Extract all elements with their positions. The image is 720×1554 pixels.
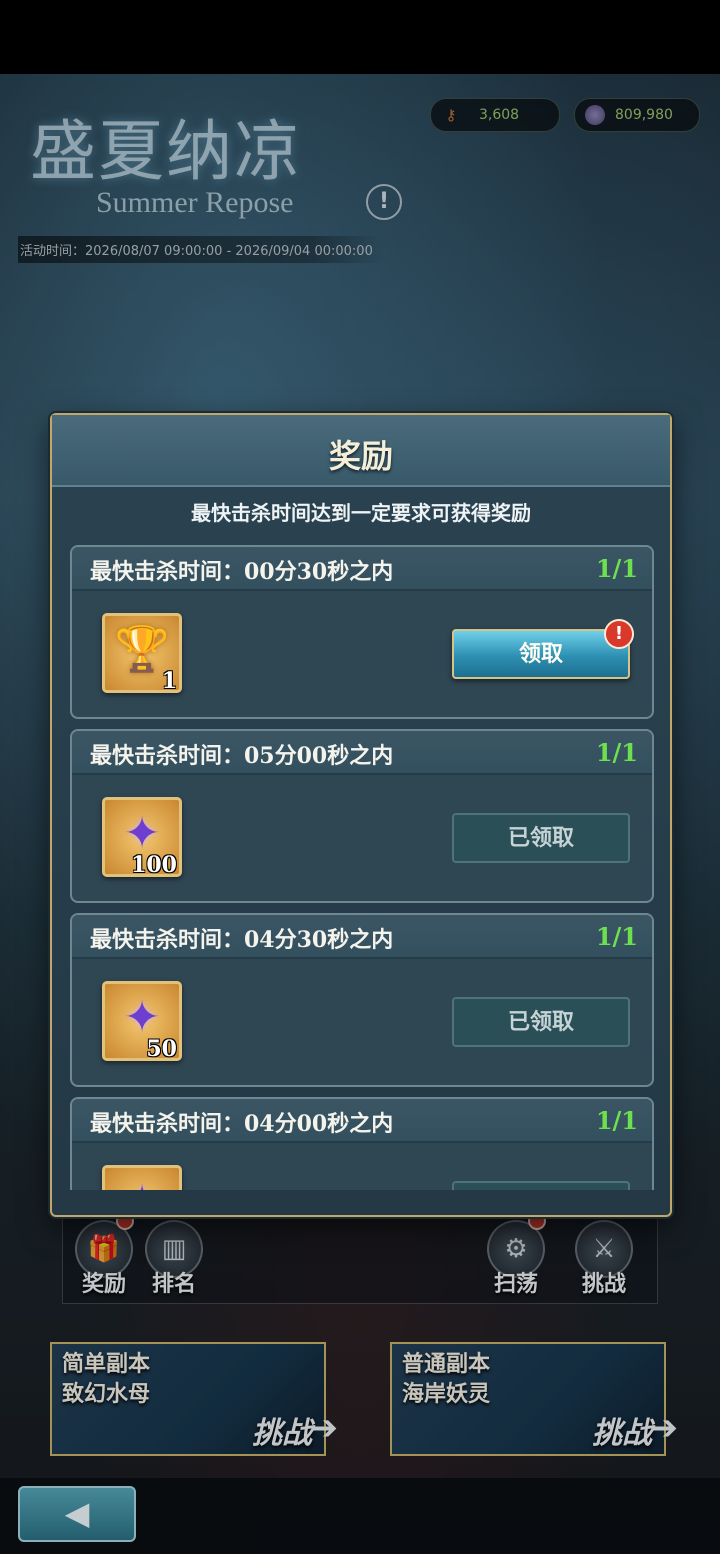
reward-item[interactable]: ✦: [102, 1165, 182, 1190]
claimed-button: 已领取: [452, 997, 630, 1047]
reward-row: 最快击杀时间：00分30秒之内 1/1 🏆 1 领取 !: [70, 545, 654, 719]
reward-row: 最快击杀时间：05分00秒之内 1/1 ✦ 100 已领取: [70, 729, 654, 903]
reward-row: 最快击杀时间：04分30秒之内 1/1 ✦ 50 已领取: [70, 913, 654, 1087]
reward-condition: 最快击杀时间：04分30秒之内: [90, 927, 394, 953]
item-quantity: 1: [161, 668, 177, 694]
item-quantity: 100: [131, 852, 177, 878]
reward-progress: 1/1: [595, 1106, 638, 1135]
claimed-button: [452, 1181, 630, 1190]
reward-condition: 最快击杀时间：05分00秒之内: [90, 743, 394, 769]
dialog-subtitle: 最快击杀时间达到一定要求可获得奖励: [191, 501, 531, 525]
reward-item[interactable]: ✦ 100: [102, 797, 182, 878]
reward-condition: 最快击杀时间：04分00秒之内: [90, 1111, 394, 1137]
purple-star-icon: ✦: [105, 1172, 179, 1190]
reward-row-header: 最快击杀时间：00分30秒之内 1/1: [72, 547, 652, 591]
reward-progress: 1/1: [595, 738, 638, 767]
reward-item[interactable]: 🏆 1: [102, 613, 182, 694]
reward-dialog: 奖励 最快击杀时间达到一定要求可获得奖励 最快击杀时间：00分30秒之内 1/1…: [50, 413, 672, 1217]
reward-condition: 最快击杀时间：00分30秒之内: [90, 559, 394, 585]
reward-row-header: 最快击杀时间：05分00秒之内 1/1: [72, 731, 652, 775]
reward-progress: 1/1: [595, 922, 638, 951]
alert-icon: !: [604, 619, 634, 649]
reward-list[interactable]: 最快击杀时间：00分30秒之内 1/1 🏆 1 领取 ! 最快击杀时间：05分0…: [68, 545, 654, 1190]
claimed-button: 已领取: [452, 813, 630, 863]
reward-progress: 1/1: [595, 554, 638, 583]
reward-row: 最快击杀时间：04分00秒之内 1/1 ✦: [70, 1097, 654, 1190]
reward-row-header: 最快击杀时间：04分00秒之内 1/1: [72, 1099, 652, 1143]
reward-item[interactable]: ✦ 50: [102, 981, 182, 1062]
reward-row-header: 最快击杀时间：04分30秒之内 1/1: [72, 915, 652, 959]
dialog-header: 奖励: [52, 415, 670, 487]
item-quantity: 50: [146, 1036, 177, 1062]
dialog-title: 奖励: [328, 437, 393, 475]
